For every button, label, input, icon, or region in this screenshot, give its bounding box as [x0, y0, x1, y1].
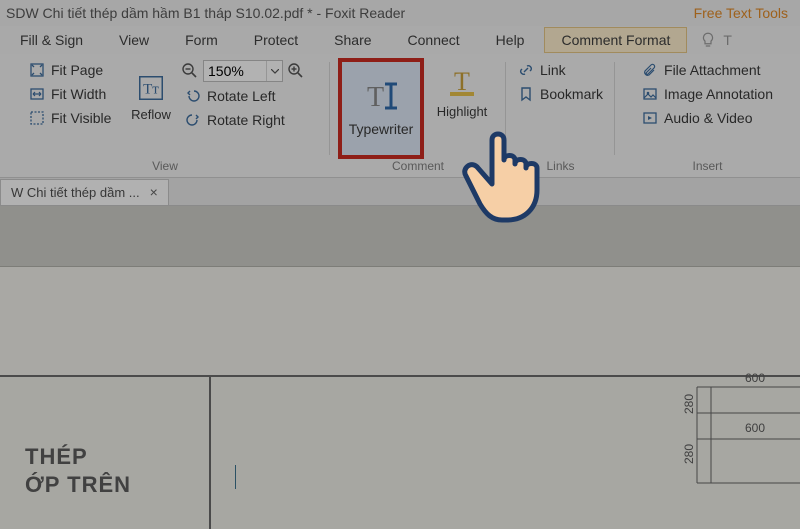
document-title: SDW Chi tiết thép dầm hầm B1 tháp S10.02… — [6, 5, 405, 21]
dimension-280-b: 280 — [682, 444, 696, 464]
fit-visible-button[interactable]: Fit Visible — [25, 108, 121, 128]
rotate-right-icon — [185, 112, 201, 128]
bulb-icon[interactable] — [699, 31, 717, 49]
text-cursor — [235, 465, 236, 489]
audio-video-icon — [642, 110, 658, 126]
fit-page-icon — [29, 62, 45, 78]
file-attachment-button[interactable]: File Attachment — [638, 60, 777, 80]
typewriter-icon: T — [359, 78, 403, 114]
ribbon-group-view: Fit Page Fit Width Fit Visible Tᴛ Reflow — [0, 54, 330, 177]
dimension-600-a: 600 — [745, 371, 765, 385]
dimension-280-a: 280 — [682, 394, 696, 414]
highlight-label: Highlight — [437, 104, 488, 119]
menu-help[interactable]: Help — [480, 28, 541, 52]
drawing-title: THÉP ỚP TRÊN — [25, 443, 131, 498]
document-area[interactable]: THÉP ỚP TRÊN 600 600 — [0, 206, 800, 529]
svg-text:T: T — [454, 67, 470, 96]
fit-visible-icon — [29, 110, 45, 126]
document-tab[interactable]: W Chi tiết thép dầm ... × — [0, 179, 169, 205]
tell-me-hint: T — [723, 32, 732, 48]
group-label-links: Links — [547, 159, 575, 177]
link-button[interactable]: Link — [514, 60, 607, 80]
fit-page-button[interactable]: Fit Page — [25, 60, 121, 80]
title-bar: SDW Chi tiết thép dầm hầm B1 tháp S10.02… — [0, 0, 800, 26]
highlight-button[interactable]: T Highlight — [426, 58, 498, 159]
rotate-left-button[interactable]: Rotate Left — [181, 86, 305, 106]
menu-comment-format[interactable]: Comment Format — [544, 27, 687, 53]
paperclip-icon — [642, 62, 658, 78]
drawing-frame: THÉP ỚP TRÊN 600 600 — [0, 375, 800, 529]
audio-video-label: Audio & Video — [664, 110, 752, 126]
menu-share[interactable]: Share — [318, 28, 387, 52]
bookmark-icon — [518, 86, 534, 102]
audio-video-button[interactable]: Audio & Video — [638, 108, 777, 128]
group-label-comment: Comment — [392, 159, 444, 177]
menu-view[interactable]: View — [103, 28, 165, 52]
image-annotation-label: Image Annotation — [664, 86, 773, 102]
svg-text:T: T — [367, 82, 384, 113]
menu-bar: Fill & Sign View Form Protect Share Conn… — [0, 26, 800, 54]
link-icon — [518, 62, 534, 78]
menu-fill-sign[interactable]: Fill & Sign — [4, 28, 99, 52]
reflow-button[interactable]: Tᴛ Reflow — [123, 58, 179, 136]
drawing-title-line1: THÉP — [25, 443, 131, 471]
group-label-view: View — [152, 159, 178, 177]
bookmark-label: Bookmark — [540, 86, 603, 102]
highlight-icon: T — [447, 66, 477, 98]
zoom-input[interactable] — [204, 61, 266, 81]
drawing-divider — [209, 377, 211, 529]
drawing-title-line2: ỚP TRÊN — [25, 471, 131, 499]
image-icon — [642, 86, 658, 102]
reflow-label: Reflow — [131, 107, 171, 122]
rotate-left-label: Rotate Left — [207, 88, 276, 104]
ribbon-group-links: Link Bookmark Links — [506, 54, 615, 177]
group-label-insert: Insert — [693, 159, 723, 177]
bookmark-button[interactable]: Bookmark — [514, 84, 607, 104]
rotate-right-label: Rotate Right — [207, 112, 285, 128]
document-tab-label: W Chi tiết thép dầm ... — [11, 185, 140, 200]
link-label: Link — [540, 62, 566, 78]
menu-form[interactable]: Form — [169, 28, 234, 52]
rotate-right-button[interactable]: Rotate Right — [181, 110, 305, 130]
chevron-down-icon — [271, 69, 279, 74]
document-tab-strip: W Chi tiết thép dầm ... × — [0, 178, 800, 206]
rotate-left-icon — [185, 88, 201, 104]
ribbon-group-insert: File Attachment Image Annotation Audio &… — [615, 54, 800, 177]
fit-page-label: Fit Page — [51, 62, 103, 78]
fit-visible-label: Fit Visible — [51, 110, 111, 126]
zoom-combo[interactable] — [203, 60, 283, 82]
svg-text:Tᴛ: Tᴛ — [143, 81, 159, 97]
zoom-out-icon[interactable] — [181, 62, 199, 80]
close-tab-button[interactable]: × — [150, 184, 158, 200]
free-text-tools-label: Free Text Tools — [694, 5, 794, 21]
ribbon-group-comment: T Typewriter T Highlight Comment — [330, 54, 506, 177]
menu-protect[interactable]: Protect — [238, 28, 314, 52]
typewriter-label: Typewriter — [349, 121, 414, 143]
fit-width-icon — [29, 86, 45, 102]
zoom-in-icon[interactable] — [287, 62, 305, 80]
fit-width-button[interactable]: Fit Width — [25, 84, 121, 104]
reflow-icon: Tᴛ — [136, 73, 166, 103]
image-annotation-button[interactable]: Image Annotation — [638, 84, 777, 104]
ribbon: Fit Page Fit Width Fit Visible Tᴛ Reflow — [0, 54, 800, 178]
fit-width-label: Fit Width — [51, 86, 106, 102]
pdf-page: THÉP ỚP TRÊN 600 600 — [0, 266, 800, 529]
menu-connect[interactable]: Connect — [392, 28, 476, 52]
typewriter-button[interactable]: T Typewriter — [338, 58, 424, 159]
file-attachment-label: File Attachment — [664, 62, 761, 78]
zoom-combo-caret[interactable] — [266, 61, 282, 81]
dimension-600-b: 600 — [745, 421, 765, 435]
